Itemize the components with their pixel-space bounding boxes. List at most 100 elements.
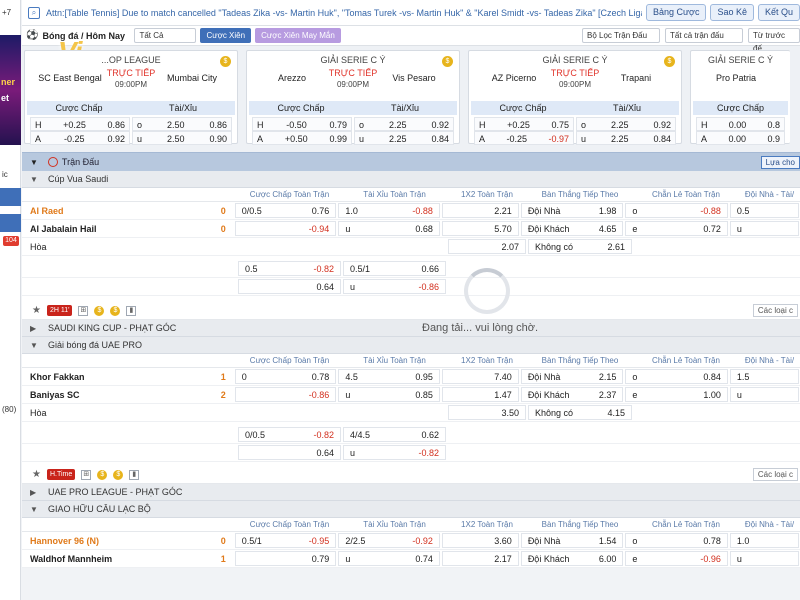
- chevron-right-icon[interactable]: ▶: [30, 324, 40, 333]
- bet-list-button[interactable]: Bảng Cược: [646, 4, 707, 21]
- odds-cell[interactable]: Đội Nhà 2.15: [520, 369, 624, 384]
- promo-banner[interactable]: ner et: [0, 35, 21, 145]
- away-team[interactable]: Waldhof Mannheim 1: [22, 554, 234, 564]
- odds-cell[interactable]: o 2.25 0.92: [576, 117, 676, 131]
- all-matches-select[interactable]: Tất cả trận đấu: [665, 28, 743, 43]
- collapse-icon[interactable]: ▼: [30, 158, 38, 167]
- odds-cell[interactable]: u: [729, 387, 799, 402]
- odds-cell[interactable]: Đội Khách 4.65: [520, 221, 624, 236]
- statement-button[interactable]: Sao Kê: [710, 4, 754, 21]
- odds-cell[interactable]: 0/0.5 -0.82: [238, 427, 341, 442]
- coin-icon[interactable]: $: [94, 305, 105, 316]
- odds-cell[interactable]: e 1.00: [625, 387, 728, 402]
- odds-cell[interactable]: o 2.25 0.92: [354, 117, 454, 131]
- odds-cell[interactable]: -0.86: [234, 387, 337, 402]
- odds-cell[interactable]: A -0.25 -0.97: [474, 131, 574, 145]
- parlay-button[interactable]: Cược Xiên: [200, 28, 252, 43]
- odds-cell[interactable]: Đội Khách 2.37: [520, 387, 624, 402]
- odds-cell[interactable]: 0.5 -0.82: [238, 261, 341, 276]
- results-button[interactable]: Kết Qu: [757, 4, 800, 21]
- coin-icon[interactable]: $: [97, 469, 108, 480]
- stats-grid-icon[interactable]: ⊞: [81, 469, 92, 480]
- odds-cell[interactable]: H +0.25 0.86: [30, 117, 130, 131]
- odds-cell[interactable]: o -0.88: [625, 203, 728, 218]
- odds-cell[interactable]: 0.64: [238, 445, 341, 460]
- featured-card[interactable]: GIẢI SERIE C Ý Pro Patria Cược Chấp H 0.0…: [690, 50, 790, 145]
- sport-date-label[interactable]: Bóng đá / Hôm Nay: [42, 31, 134, 41]
- odds-cell[interactable]: H -0.50 0.79: [252, 117, 352, 131]
- odds-cell[interactable]: 2/2.5 -0.92: [338, 533, 440, 548]
- odds-cell[interactable]: 0.5: [729, 203, 799, 218]
- search-icon[interactable]: ⌕: [28, 6, 40, 19]
- chevron-down-icon[interactable]: ▼: [30, 505, 40, 514]
- odds-cell[interactable]: H +0.25 0.75: [474, 117, 574, 131]
- odds-cell[interactable]: 7.40: [441, 369, 519, 384]
- announcement-marquee[interactable]: Attn:[Table Tennis] Due to match cancell…: [46, 8, 642, 18]
- home-team[interactable]: Hannover 96 (N) 0: [22, 536, 234, 546]
- odds-cell[interactable]: u 0.85: [338, 387, 440, 402]
- featured-card[interactable]: GIẢI SERIE C Ý $ TRỰC TIẾP 09:00PM Arezz…: [246, 50, 460, 145]
- select-leagues-button[interactable]: Lựa cho: [760, 155, 800, 169]
- odds-cell[interactable]: 1.0 -0.88: [338, 203, 440, 218]
- away-team[interactable]: Al Jabalain Hail 0: [22, 224, 234, 234]
- odds-cell[interactable]: Đội Nhà 1.54: [520, 533, 624, 548]
- home-team[interactable]: Al Raed 0: [22, 206, 234, 216]
- chevron-down-icon[interactable]: ▼: [30, 175, 40, 184]
- odds-cell[interactable]: e 0.72: [625, 221, 728, 236]
- odds-cell[interactable]: 4.5 0.95: [338, 369, 440, 384]
- odds-cell[interactable]: 1.0: [729, 533, 799, 548]
- featured-card[interactable]: ...OP LEAGUE $ TRỰC TIẾP 09:00PM SC East…: [24, 50, 238, 145]
- odds-cell[interactable]: Đội Nhà 1.98: [520, 203, 624, 218]
- odds-cell[interactable]: Đội Khách 6.00: [520, 551, 624, 566]
- featured-card[interactable]: GIẢI SERIE C Ý $ TRỰC TIẾP 09:00PM AZ Pi…: [468, 50, 682, 145]
- odds-cell[interactable]: o 0.78: [625, 533, 728, 548]
- odds-cell[interactable]: H 0.00 0.8: [696, 117, 785, 131]
- odds-cell[interactable]: u -0.86: [343, 279, 446, 294]
- chevron-right-icon[interactable]: ▶: [30, 488, 40, 497]
- odds-cell[interactable]: 0/0.5 0.76: [234, 203, 337, 218]
- odds-cell[interactable]: 2.21: [441, 203, 519, 218]
- odds-cell[interactable]: A -0.25 0.92: [30, 131, 130, 145]
- odds-cell[interactable]: 2.07: [448, 239, 526, 254]
- coin-icon-2[interactable]: $: [110, 305, 121, 316]
- away-team[interactable]: Baniyas SC 2: [22, 390, 234, 400]
- odds-cell[interactable]: 0.79: [234, 551, 337, 566]
- odds-cell[interactable]: A +0.50 0.99: [252, 131, 352, 145]
- match-filter-select[interactable]: Bộ Lọc Trận Đấu: [582, 28, 660, 43]
- odds-cell[interactable]: u 2.25 0.84: [576, 131, 676, 145]
- chart-icon[interactable]: ▮: [126, 305, 137, 316]
- odds-cell[interactable]: 5.70: [441, 221, 519, 236]
- odds-cell[interactable]: Không có 2.61: [528, 239, 632, 254]
- odds-cell[interactable]: 2.17: [441, 551, 519, 566]
- league-group[interactable]: ▼ Cúp Vua Saudi: [22, 171, 800, 188]
- odds-cell[interactable]: -0.94: [234, 221, 337, 236]
- odds-cell[interactable]: 0.64: [238, 279, 341, 294]
- left-nav-button[interactable]: [0, 188, 21, 206]
- home-team[interactable]: Khor Fakkan 1: [22, 372, 234, 382]
- league-group[interactable]: ▼ GIAO HỮU CÂU LẠC BỘ: [22, 501, 800, 518]
- odds-cell[interactable]: u: [729, 221, 799, 236]
- odds-cell[interactable]: 0 0.78: [234, 369, 337, 384]
- left-nav-button-2[interactable]: [0, 214, 21, 232]
- stats-grid-icon[interactable]: ⊞: [78, 305, 89, 316]
- odds-cell[interactable]: u 0.68: [338, 221, 440, 236]
- coin-icon-2[interactable]: $: [113, 469, 124, 480]
- lucky-parlay-button[interactable]: Cược Xiên May Mắn: [255, 28, 341, 43]
- odds-cell[interactable]: o 0.84: [625, 369, 728, 384]
- odds-cell[interactable]: u 2.25 0.84: [354, 131, 454, 145]
- chevron-down-icon[interactable]: ▼: [30, 341, 40, 350]
- league-group[interactable]: ▶ UAE PRO LEAGUE - PHẠT GÓC: [22, 484, 800, 501]
- odds-cell[interactable]: e -0.96: [625, 551, 728, 566]
- odds-cell[interactable]: 3.60: [441, 533, 519, 548]
- odds-cell[interactable]: u 0.74: [338, 551, 440, 566]
- market-select[interactable]: Tất Cả: [134, 28, 197, 43]
- odds-cell[interactable]: u 2.50 0.90: [132, 131, 232, 145]
- time-select[interactable]: Từ trước đế: [748, 28, 800, 53]
- odds-cell[interactable]: 4/4.5 0.62: [343, 427, 446, 442]
- star-icon[interactable]: ★: [32, 469, 41, 480]
- odds-cell[interactable]: 3.50: [448, 405, 526, 420]
- league-group[interactable]: ▼ Giải bóng đá UAE PRO: [22, 337, 800, 354]
- star-icon[interactable]: ★: [32, 305, 41, 316]
- league-group[interactable]: ▶ SAUDI KING CUP - PHẠT GÓC: [22, 320, 800, 337]
- odds-cell[interactable]: 0.5/1 -0.95: [234, 533, 337, 548]
